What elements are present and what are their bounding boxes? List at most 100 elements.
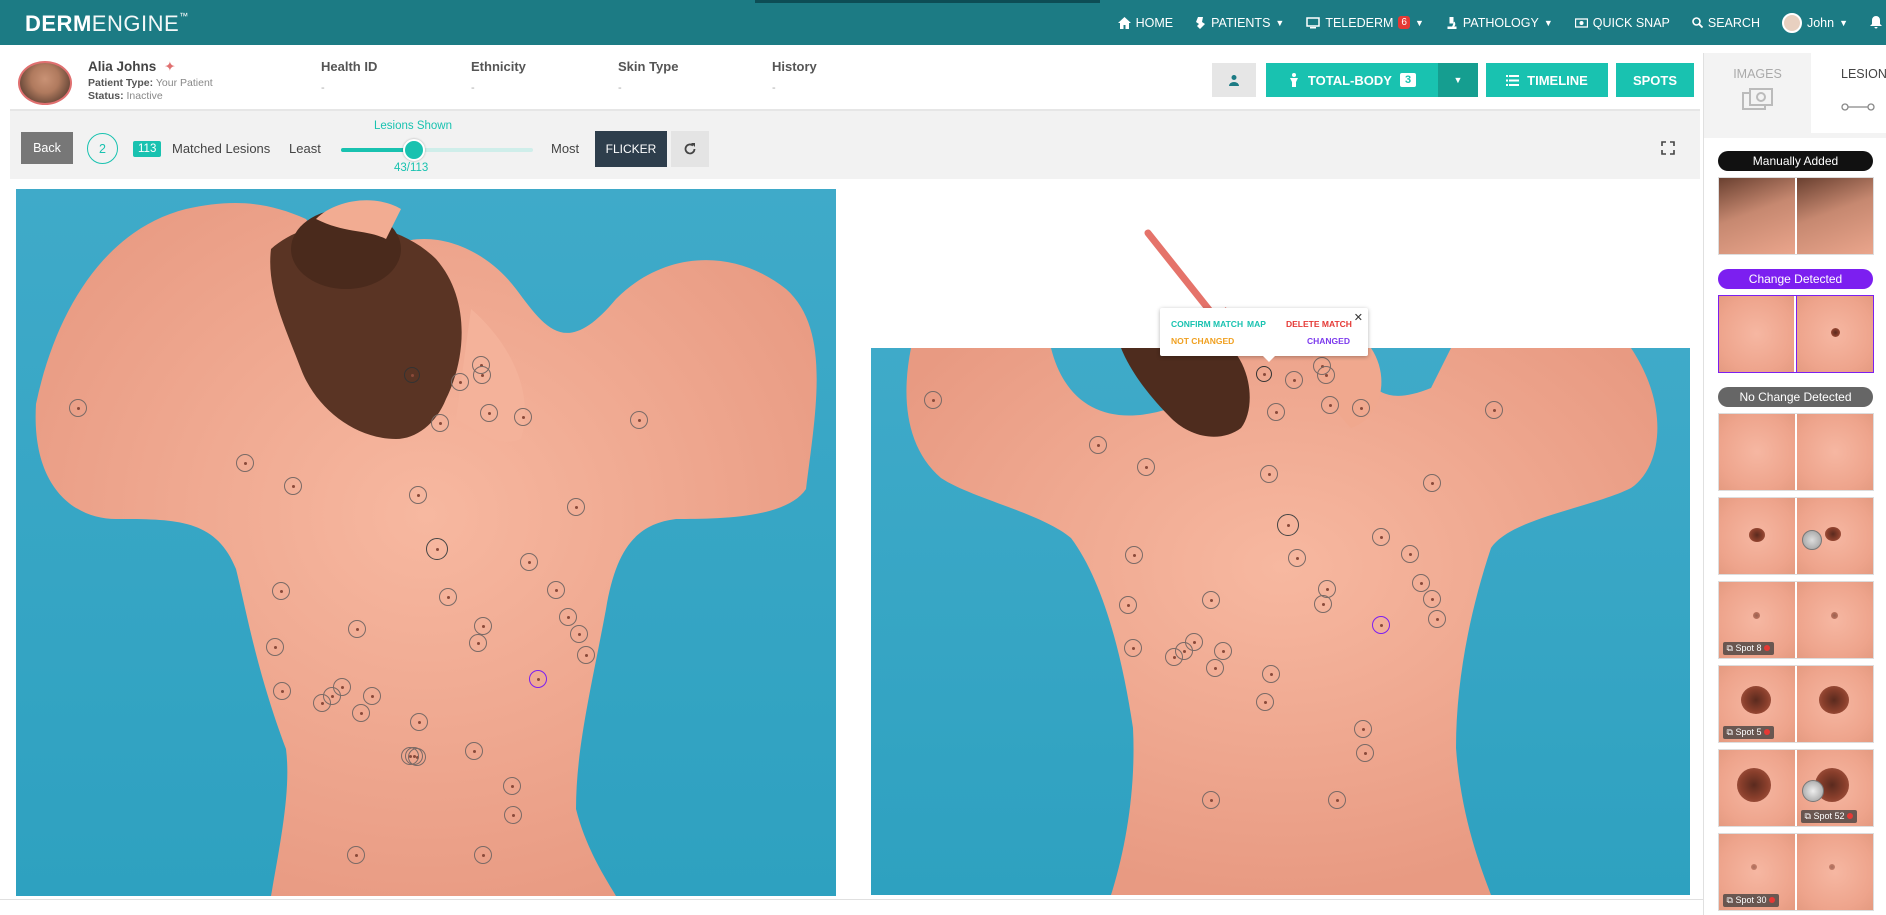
lesion-marker[interactable] [348, 620, 366, 638]
lesion-marker[interactable] [630, 411, 648, 429]
lesion-marker[interactable] [1277, 514, 1299, 536]
after-thumbnail[interactable] [1796, 414, 1873, 490]
patient-avatar[interactable] [18, 61, 72, 105]
lesion-marker[interactable] [1262, 665, 1280, 683]
lesion-marker[interactable] [1202, 791, 1220, 809]
lesion-marker[interactable] [1285, 371, 1303, 389]
back-button[interactable]: Back [21, 132, 73, 164]
nav-patients[interactable]: PATIENTS ▼ [1184, 0, 1295, 45]
lesion-marker[interactable] [469, 634, 487, 652]
lesion-marker[interactable] [426, 538, 448, 560]
total-body-button[interactable]: TOTAL-BODY 3 [1266, 63, 1438, 97]
nav-search[interactable]: SEARCH [1681, 0, 1771, 45]
lesion-marker[interactable] [547, 581, 565, 599]
lesion-marker[interactable] [451, 373, 469, 391]
lesion-marker[interactable] [284, 477, 302, 495]
lesion-marker[interactable] [1317, 366, 1335, 384]
after-thumbnail[interactable] [1796, 296, 1873, 372]
lesion-marker[interactable] [503, 777, 521, 795]
lesion-marker[interactable] [1485, 401, 1503, 419]
step-indicator[interactable]: 2 [87, 133, 118, 164]
before-thumbnail[interactable]: ⧉ Spot 5 [1718, 666, 1795, 742]
lesion-marker[interactable] [401, 747, 419, 765]
before-thumbnail[interactable]: ⧉ Spot 30 [1718, 834, 1795, 910]
lesion-marker[interactable] [272, 582, 290, 600]
tab-lesions[interactable]: LESIONS [1811, 53, 1886, 133]
lesion-marker[interactable] [1412, 574, 1430, 592]
changed-button[interactable]: CHANGED [1307, 336, 1350, 346]
lesion-marker[interactable] [474, 846, 492, 864]
lesion-marker[interactable] [1423, 590, 1441, 608]
slider-handle[interactable] [402, 139, 425, 161]
lesion-marker[interactable] [352, 704, 370, 722]
lesion-marker[interactable] [1423, 474, 1441, 492]
lesion-marker[interactable] [439, 588, 457, 606]
lesion-marker[interactable] [1256, 693, 1274, 711]
lesion-marker[interactable] [1124, 639, 1142, 657]
patient-profile-button[interactable] [1212, 63, 1256, 97]
drag-handle[interactable] [1801, 530, 1822, 550]
lesion-marker[interactable] [1165, 648, 1183, 666]
lesion-marker[interactable] [410, 713, 428, 731]
nav-pathology[interactable]: PATHOLOGY ▼ [1435, 0, 1564, 45]
lesion-pair-thumbnail[interactable] [1717, 413, 1874, 491]
after-thumbnail[interactable] [1796, 582, 1873, 658]
lesion-marker[interactable] [567, 498, 585, 516]
timeline-button[interactable]: TIMELINE [1486, 63, 1608, 97]
lesion-marker[interactable] [577, 646, 595, 664]
spot-label[interactable]: ⧉ Spot 52 [1800, 810, 1858, 823]
before-thumbnail[interactable] [1718, 296, 1794, 372]
total-body-dropdown[interactable]: ▼ [1438, 63, 1478, 97]
flicker-button[interactable]: FLICKER [595, 131, 667, 167]
lesion-marker[interactable] [1372, 616, 1390, 634]
lesion-pair-thumbnail[interactable]: ⧉ Spot 52 [1717, 749, 1874, 827]
lesion-marker[interactable] [1401, 545, 1419, 563]
lesion-pair-thumbnail[interactable]: ⧉ Spot 30 [1717, 833, 1874, 911]
baseline-body-photo[interactable] [16, 189, 836, 896]
nav-quick-snap[interactable]: QUICK SNAP [1564, 0, 1681, 45]
lesion-marker[interactable] [514, 408, 532, 426]
nav-notifications[interactable] [1859, 0, 1886, 45]
lesion-marker[interactable] [924, 391, 942, 409]
lesion-marker[interactable] [570, 625, 588, 643]
lesion-marker[interactable] [1352, 399, 1370, 417]
lesion-marker[interactable] [236, 454, 254, 472]
after-thumbnail[interactable] [1796, 666, 1873, 742]
lesions-shown-slider[interactable] [341, 139, 533, 161]
lesion-marker[interactable] [1328, 791, 1346, 809]
lesion-pair-thumbnail[interactable] [1717, 177, 1874, 255]
lesion-marker[interactable] [1089, 436, 1107, 454]
patient-name[interactable]: Alia Johns [88, 59, 156, 74]
lesion-marker[interactable] [1288, 549, 1306, 567]
lesion-marker[interactable] [1137, 458, 1155, 476]
before-thumbnail[interactable] [1718, 498, 1795, 574]
lesion-marker[interactable] [474, 617, 492, 635]
after-thumbnail[interactable] [1796, 498, 1873, 574]
dermengine-logo[interactable]: DERMENGINE™ [25, 11, 189, 37]
lesion-pair-thumbnail[interactable] [1717, 295, 1874, 373]
lesion-marker[interactable] [1356, 744, 1374, 762]
lesion-marker[interactable] [266, 638, 284, 656]
followup-body-photo[interactable] [871, 348, 1690, 895]
lesion-pair-thumbnail[interactable]: ⧉ Spot 8 [1717, 581, 1874, 659]
lesion-marker[interactable] [1314, 595, 1332, 613]
lesion-marker[interactable] [1214, 642, 1232, 660]
before-thumbnail[interactable] [1718, 414, 1795, 490]
drag-handle[interactable] [1801, 780, 1824, 802]
lesion-marker[interactable] [520, 553, 538, 571]
map-button[interactable]: MAP [1247, 319, 1266, 329]
confirm-match-button[interactable]: CONFIRM MATCH [1171, 319, 1243, 329]
spot-label[interactable]: ⧉ Spot 30 [1722, 894, 1780, 907]
lesion-marker[interactable] [1125, 546, 1143, 564]
lesion-marker[interactable] [313, 694, 331, 712]
after-thumbnail[interactable]: ⧉ Spot 52 [1796, 750, 1873, 826]
before-thumbnail[interactable]: ⧉ Spot 8 [1718, 582, 1795, 658]
lesion-marker[interactable] [69, 399, 87, 417]
close-icon[interactable]: ✕ [1354, 311, 1363, 324]
lesion-pair-thumbnail[interactable]: ⧉ Spot 5 [1717, 665, 1874, 743]
before-thumbnail[interactable] [1718, 178, 1795, 254]
lesion-pair-thumbnail[interactable] [1717, 497, 1874, 575]
nav-home[interactable]: HOME [1107, 0, 1185, 45]
spot-label[interactable]: ⧉ Spot 8 [1722, 642, 1775, 655]
lesion-marker[interactable] [529, 670, 547, 688]
